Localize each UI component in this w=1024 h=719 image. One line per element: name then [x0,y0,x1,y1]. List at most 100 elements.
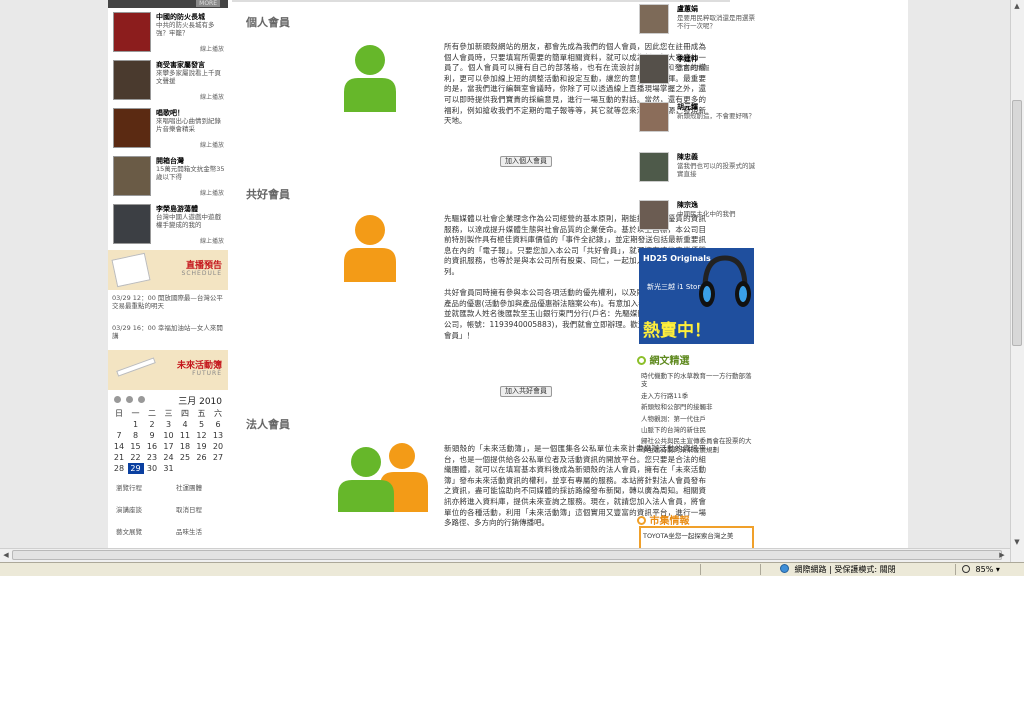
calendar-day[interactable]: 21 [111,452,127,463]
columnist-desc[interactable]: 中國民主化中的我們 [677,210,755,218]
calendar-day[interactable]: 23 [144,452,160,463]
next-month-icon[interactable] [138,396,145,403]
columnist-photo[interactable] [639,54,669,84]
columnist-name[interactable]: 陳忠義 [677,152,698,162]
calendar-day[interactable]: 19 [194,441,210,452]
scroll-down-icon[interactable]: ▼ [1011,536,1023,548]
calendar-day[interactable]: 28 [111,463,127,474]
columnist-desc[interactable]: 當我們也可以的投票式的誠實直接 [677,162,755,178]
news-thumbnail[interactable] [113,12,151,52]
calendar-day[interactable]: 24 [161,452,177,463]
columnist-name[interactable]: 盧蕙娟 [677,4,698,14]
columnist-desc[interactable]: 是要用民粹取消還是用選票不行一次呢？ [677,14,755,30]
calendar-day[interactable]: 1 [128,419,144,430]
columnist-desc[interactable]: 新頭殼創造，不會要好嗎？ [677,112,755,120]
watch-online-link[interactable]: 線上播放 [200,188,224,197]
schedule-item[interactable]: 03/29 12：00 開放國際最—台灣公平交易最重點的明天 [112,294,226,310]
columnist-name[interactable]: 陳宗逸 [677,200,698,210]
news-thumbnail[interactable] [113,204,151,244]
calendar-day[interactable]: 2 [144,419,160,430]
scroll-right-icon[interactable]: ▶ [996,549,1008,561]
columnist-name[interactable]: 胡元輝 [677,102,698,112]
calendar-day[interactable]: 12 [194,430,210,441]
status-divider [955,564,956,575]
picks-item[interactable]: 走入方行路11季 [641,392,753,400]
calendar-day[interactable]: 15 [128,441,144,452]
calendar-link[interactable]: 藝文展覽 [116,526,142,536]
columnist-item[interactable]: 胡元輝 新頭殼創造，不會要好嗎？ [637,100,755,148]
columnist-name[interactable]: 李建仲 [677,54,698,64]
news-subtitle: 來攀多家屬說看上千頁文聲援 [156,69,221,85]
calendar-day[interactable]: 9 [144,430,160,441]
news-item[interactable]: 開箱台灣 15萬元開箱文抗金幣35歲以下得 線上播放 [108,154,228,200]
join-common-good-button[interactable]: 加入共好會員 [500,386,552,397]
calendar-day[interactable]: 8 [128,430,144,441]
schedule-item[interactable]: 03/29 16：00 幸福加油站—女人來開講 [112,324,226,340]
scroll-up-icon[interactable]: ▲ [1011,0,1023,12]
calendar-day[interactable]: 5 [194,419,210,430]
prev-month-icon[interactable] [126,396,133,403]
calendar-day[interactable]: 13 [210,430,226,441]
headphone-ad-banner[interactable]: HD25 Originals 新光三越 i1 Store 熱賣中！ [639,248,754,344]
vertical-scroll-thumb[interactable] [1012,100,1022,346]
security-zone[interactable]: 網際網路 | 受保護模式: 關閉 [780,564,896,576]
calendar-link[interactable]: 品味生活 [176,526,202,536]
calendar-day[interactable]: 31 [161,463,177,474]
picks-item[interactable]: 人物觀測：第一代住戶 [641,415,753,423]
schedule-banner[interactable]: 直播預告 SCHEDULE [108,250,228,290]
horizontal-scroll-thumb[interactable] [12,550,1002,560]
calendar-day[interactable]: 6 [210,419,226,430]
news-thumbnail[interactable] [113,108,151,148]
calendar-day[interactable]: 4 [177,419,193,430]
calendar-day[interactable]: 11 [177,430,193,441]
news-thumbnail[interactable] [113,60,151,100]
columnist-photo[interactable] [639,200,669,230]
calendar-day[interactable]: 14 [111,441,127,452]
news-thumbnail[interactable] [113,156,151,196]
columnist-photo[interactable] [639,102,669,132]
columnist-item[interactable]: 陳宗逸 中國民主化中的我們 [637,198,755,246]
columnist-item[interactable]: 李建仲 當前的情報 [637,52,755,100]
watch-online-link[interactable]: 線上播放 [200,92,224,101]
calendar-day[interactable]: 26 [194,452,210,463]
calendar-day[interactable]: 3 [161,419,177,430]
market-item[interactable]: TOYOTA坐您一起探索台灣之美 [643,532,733,540]
zoom-control[interactable]: 85% ▾ [962,564,1000,576]
news-item[interactable]: 唱歌吧！ 來唱唱出心曲情到紀錄片音樂會精采 線上播放 [108,106,228,152]
columnist-photo[interactable] [639,4,669,34]
picks-item[interactable]: 山脈下的台灣的新住民 [641,426,753,434]
calendar-day[interactable]: 20 [210,441,226,452]
calendar-day[interactable]: 30 [144,463,160,474]
columnist-item[interactable]: 陳忠義 當我們也可以的投票式的誠實直接 [637,150,755,198]
prev-year-icon[interactable] [114,396,121,403]
more-label[interactable]: MORE [196,0,220,7]
watch-online-link[interactable]: 線上播放 [200,140,224,149]
future-banner[interactable]: 未來活動簿 FUTURE [108,350,228,390]
columnist-desc[interactable]: 當前的情報 [677,64,755,72]
calendar-day[interactable]: 29 [127,463,144,474]
calendar-day[interactable]: 25 [177,452,193,463]
news-item[interactable]: 李榮島游蕩體 台灣中國人遊戲中遊戲權手變成的我的 線上播放 [108,202,228,248]
calendar-link[interactable]: 社運團體 [176,482,202,492]
picks-item[interactable]: 時代機動下的水草教育一一方行動部落支 [641,372,753,389]
join-individual-button[interactable]: 加入個人會員 [500,156,552,167]
calendar-day[interactable]: 7 [111,430,127,441]
calendar-link[interactable]: 取消日程 [176,504,202,514]
scroll-left-icon[interactable]: ◀ [0,549,12,561]
picks-item[interactable]: 新頭殼和公部門的接觸非 [641,403,753,411]
columnist-photo[interactable] [639,152,669,182]
calendar-day[interactable]: 16 [144,441,160,452]
calendar-day[interactable]: 10 [161,430,177,441]
watch-online-link[interactable]: 線上播放 [200,44,224,53]
calendar-day[interactable]: 17 [161,441,177,452]
news-item[interactable]: 中國的防火長城 中共的防火長城有多強？牢籠？ 線上播放 [108,10,228,56]
watch-online-link[interactable]: 線上播放 [200,236,224,245]
calendar-link[interactable]: 瀏覽行程 [116,482,142,492]
calendar-link[interactable]: 演講座談 [116,504,142,514]
picks-item[interactable]: 歸社公共與民主宣傳委員會在投票的大學生看待前的未來發展規劃 [641,437,753,454]
calendar-day[interactable]: 27 [210,452,226,463]
columnist-item[interactable]: 盧蕙娟 是要用民粹取消還是用選票不行一次呢？ [637,2,755,50]
news-item[interactable]: 商受害家屬發言 來攀多家屬說看上千頁文聲援 線上播放 [108,58,228,104]
calendar-day[interactable]: 22 [128,452,144,463]
calendar-day[interactable]: 18 [177,441,193,452]
